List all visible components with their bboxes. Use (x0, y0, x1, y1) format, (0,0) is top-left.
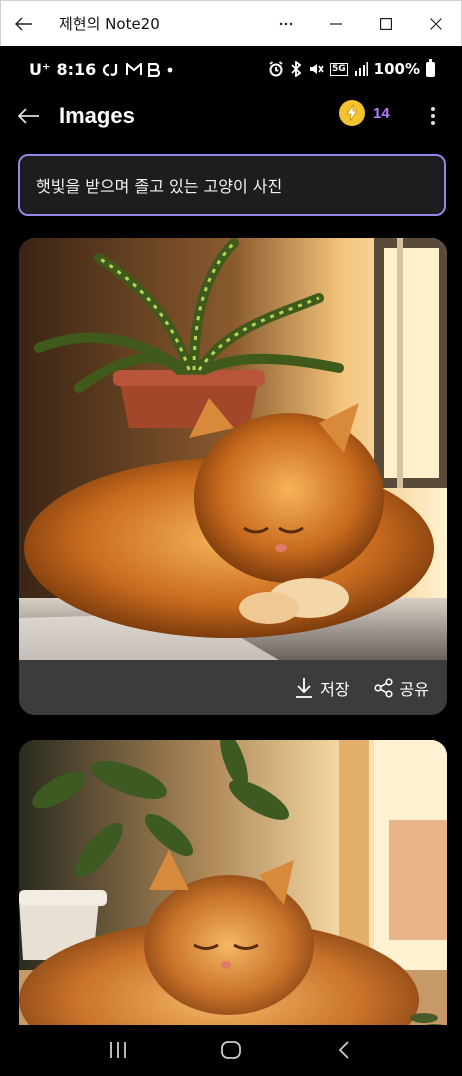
kebab-menu-icon (431, 107, 435, 125)
gmail-icon (126, 63, 143, 75)
save-button[interactable]: 저장 (294, 676, 350, 700)
recents-button[interactable] (98, 1030, 138, 1070)
more-icon (279, 22, 293, 25)
nav-back-button[interactable] (324, 1030, 364, 1070)
phone-screen: U⁺ 8:16 5G 100% Images 14 햇빛을 받으며 졸고 있는 … (1, 46, 461, 1075)
more-options-button[interactable] (423, 102, 443, 130)
window-title-bar: 제현의 Note20 (0, 0, 462, 46)
status-right: 5G 100% (268, 58, 435, 78)
window-minimize-button[interactable] (311, 1, 361, 47)
maximize-icon (380, 17, 392, 30)
card-actions: 저장 공유 (19, 660, 447, 715)
window-back-button[interactable] (1, 1, 47, 47)
5g-icon: 5G (330, 62, 348, 76)
minimize-icon (330, 22, 342, 25)
page-title: Images (59, 103, 135, 128)
back-button[interactable] (17, 102, 41, 130)
home-button[interactable] (211, 1030, 251, 1070)
recents-icon (109, 1042, 126, 1058)
save-label: 저장 (320, 679, 350, 699)
credit-count: 14 (373, 104, 390, 122)
arrow-left-icon (18, 108, 39, 124)
arrow-left-icon (15, 17, 32, 30)
prompt-box[interactable]: 햇빛을 받으며 졸고 있는 고양이 사진 (18, 154, 446, 216)
bluetooth-icon (291, 61, 302, 77)
result-card (19, 740, 447, 1040)
result-card: 저장 공유 (19, 238, 447, 715)
share-label: 공유 (399, 679, 429, 699)
signal-icon (354, 62, 368, 76)
status-left: U⁺ 8:16 (29, 60, 174, 79)
carrier-label: U⁺ (29, 60, 51, 79)
system-nav-bar (1, 1025, 461, 1075)
b-icon (148, 62, 161, 77)
status-bar: U⁺ 8:16 5G 100% (1, 56, 461, 86)
alarm-icon (269, 61, 283, 77)
download-icon (296, 677, 313, 698)
close-icon (430, 17, 442, 30)
prompt-text: 햇빛을 받으며 졸고 있는 고양이 사진 (36, 177, 283, 196)
share-button[interactable]: 공유 (373, 676, 429, 700)
generated-image[interactable] (19, 740, 447, 1040)
window-maximize-button[interactable] (361, 1, 411, 47)
cj-icon (103, 63, 118, 76)
mute-icon (310, 64, 324, 74)
credit-badge[interactable]: 14 (339, 100, 390, 126)
window-close-button[interactable] (411, 1, 461, 47)
lightning-coin-icon (339, 100, 365, 126)
generated-image[interactable] (19, 238, 447, 660)
battery-icon (426, 58, 435, 77)
clock: 8:16 (56, 60, 97, 79)
back-icon (339, 1041, 349, 1059)
app-bar: Images 14 (1, 98, 461, 134)
window-more-button[interactable] (261, 1, 311, 47)
battery-percent: 100% (373, 60, 420, 78)
window-title: 제현의 Note20 (59, 15, 160, 33)
dot-icon (167, 67, 173, 72)
share-icon (373, 677, 393, 698)
home-icon (221, 1041, 241, 1059)
